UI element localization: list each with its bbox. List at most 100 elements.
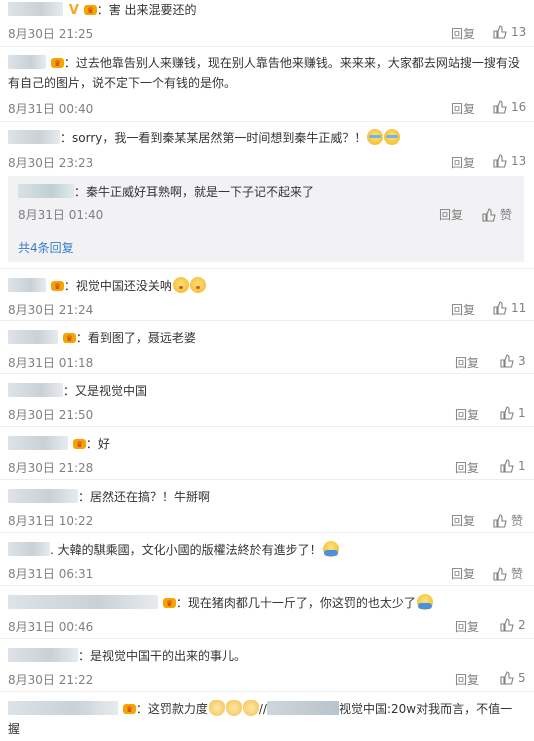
kiss-emoji-icon xyxy=(172,277,189,293)
username-blurred[interactable] xyxy=(8,383,63,397)
thumbs-up-icon xyxy=(493,514,507,528)
reply-button[interactable]: 回复 xyxy=(455,671,479,688)
comment-text: 现在猪肉都几十一斤了，你这罚的也太少了 xyxy=(187,596,416,610)
comment-time: 8月31日 01:18 xyxy=(8,356,94,370)
thumbs-up-icon xyxy=(500,354,514,368)
username-blurred[interactable] xyxy=(8,436,68,450)
like-button[interactable]: 13 xyxy=(493,25,526,39)
like-button[interactable]: 赞 xyxy=(482,206,512,223)
laugh-cry-emoji-icon xyxy=(384,129,401,145)
like-count: 16 xyxy=(511,100,527,114)
reply-button[interactable]: 回复 xyxy=(451,301,475,318)
reply-button[interactable]: 回复 xyxy=(451,565,475,582)
comment-text: 又是视觉中国 xyxy=(75,384,148,398)
like-label: 赞 xyxy=(500,208,513,222)
username-blurred[interactable] xyxy=(8,489,78,503)
comment-text-quoted: 视觉中国:20w对我而言，不值一 xyxy=(338,702,513,716)
comment-text-line2: 握 xyxy=(8,722,21,736)
sub-reply-text: 秦牛正威好耳熟啊，就是一下子记不起来了 xyxy=(86,185,315,199)
comment-time: 8月31日 10:22 xyxy=(8,514,94,528)
like-count: 5 xyxy=(518,671,526,685)
thumbs-up-icon xyxy=(493,567,507,581)
reply-button[interactable]: 回复 xyxy=(455,406,479,423)
comment-item: ：又是视觉中国 8月30日 21:50 回复 1 xyxy=(0,374,534,427)
username-blurred[interactable] xyxy=(8,130,60,144)
svg-text:♛: ♛ xyxy=(54,59,61,68)
like-button[interactable]: 11 xyxy=(493,301,526,315)
comment-time: 8月31日 00:46 xyxy=(8,620,94,634)
username-blurred[interactable] xyxy=(8,55,46,69)
like-count: 1 xyxy=(518,459,526,473)
like-count: 13 xyxy=(511,154,527,168)
verified-v-icon: V xyxy=(68,3,79,18)
reply-button[interactable]: 回复 xyxy=(451,512,475,529)
username-blurred[interactable] xyxy=(8,330,58,344)
like-button[interactable]: 13 xyxy=(493,154,526,168)
comment-time: 8月30日 23:23 xyxy=(8,156,94,170)
comment-item: V ♛ ：害 出来混要还的 8月30日 21:25 回复 13 xyxy=(0,0,534,47)
vip-crown-icon: ♛ xyxy=(122,704,136,714)
username-blurred[interactable] xyxy=(8,542,50,556)
like-count: 1 xyxy=(518,406,526,420)
laugh-cry-emoji-icon xyxy=(367,129,384,145)
comment-item: ♛ ：这罚款力度//视觉中国:20w对我而言，不值一 握 xyxy=(8,700,513,736)
comment-text: sorry，我一看到秦某某居然第一时间想到秦牛正威？！ xyxy=(72,131,367,145)
comment-text: 居然还在搞？！牛掰啊 xyxy=(90,490,211,504)
like-button[interactable]: 1 xyxy=(500,459,526,473)
cat-emoji-icon xyxy=(242,700,259,716)
vip-crown-icon: ♛ xyxy=(62,333,76,343)
mentioned-username-blurred[interactable] xyxy=(266,701,339,715)
reply-button[interactable]: 回复 xyxy=(451,25,475,42)
username-blurred[interactable] xyxy=(18,184,74,198)
like-button[interactable]: 赞 xyxy=(493,512,523,529)
like-button[interactable]: 1 xyxy=(500,406,526,420)
comment-item: ♛ ：过去他靠告别人来赚钱，现在别人靠告他来赚钱。来来来，大家都去网站搜一搜有没 … xyxy=(0,47,534,122)
thumbs-up-icon xyxy=(493,25,507,39)
vip-crown-icon: ♛ xyxy=(50,281,64,291)
comment-text: 好 xyxy=(97,437,110,451)
comment-time: 8月30日 21:22 xyxy=(8,673,94,687)
like-button[interactable]: 5 xyxy=(500,671,526,685)
comment-item: ：sorry，我一看到秦某某居然第一时间想到秦牛正威？！ 8月30日 23:23… xyxy=(0,122,534,269)
cat-emoji-icon xyxy=(225,700,242,716)
view-more-replies-link[interactable]: 共4条回复 xyxy=(18,239,74,256)
thumbs-up-icon xyxy=(493,301,507,315)
comment-item: ♛ ：视觉中国还没关呐 8月30日 21:24 回复 11 xyxy=(0,269,534,321)
comment-item: ：居然还在搞？！牛掰啊 8月31日 10:22 回复 赞 xyxy=(0,480,534,533)
svg-text:♛: ♛ xyxy=(76,440,83,449)
svg-text:♛: ♛ xyxy=(66,334,73,343)
svg-text:♛: ♛ xyxy=(54,282,61,291)
username-blurred[interactable] xyxy=(8,278,46,292)
thumbs-up-icon xyxy=(500,459,514,473)
comment-text: . 大韓的騏乘國，文化小國的版權法終於有進步了！ xyxy=(50,543,322,557)
reply-button[interactable]: 回复 xyxy=(451,100,475,117)
vip-crown-icon: ♛ xyxy=(162,598,176,608)
sub-reply-time: 8月31日 01:40 xyxy=(18,208,104,222)
thumbs-up-icon xyxy=(482,208,496,222)
comment-text: 这罚款力度 xyxy=(147,702,208,716)
reply-button[interactable]: 回复 xyxy=(455,354,479,371)
comment-text: 害 出来混要还的 xyxy=(108,3,197,17)
reply-button[interactable]: 回复 xyxy=(451,154,475,171)
like-count: 11 xyxy=(511,301,527,315)
svg-text:♛: ♛ xyxy=(126,705,133,714)
like-button[interactable]: 16 xyxy=(493,100,526,114)
thumbs-up-icon xyxy=(500,618,514,632)
like-button[interactable]: 赞 xyxy=(493,565,523,582)
like-button[interactable]: 3 xyxy=(500,354,526,368)
reply-button[interactable]: 回复 xyxy=(455,459,479,476)
vip-crown-icon: ♛ xyxy=(50,58,64,68)
username-blurred[interactable] xyxy=(8,2,63,16)
username-blurred[interactable] xyxy=(8,648,78,662)
comment-time: 8月30日 21:25 xyxy=(8,27,94,41)
cat-emoji-icon xyxy=(208,700,225,716)
thumbs-up-icon xyxy=(500,406,514,420)
reply-button[interactable]: 回复 xyxy=(439,206,463,223)
like-count: 13 xyxy=(511,25,527,39)
username-blurred[interactable] xyxy=(8,595,158,609)
like-button[interactable]: 2 xyxy=(500,618,526,632)
like-count: 3 xyxy=(518,354,526,368)
username-blurred[interactable] xyxy=(8,701,118,715)
reply-button[interactable]: 回复 xyxy=(455,618,479,635)
comment-time: 8月30日 21:50 xyxy=(8,408,94,422)
